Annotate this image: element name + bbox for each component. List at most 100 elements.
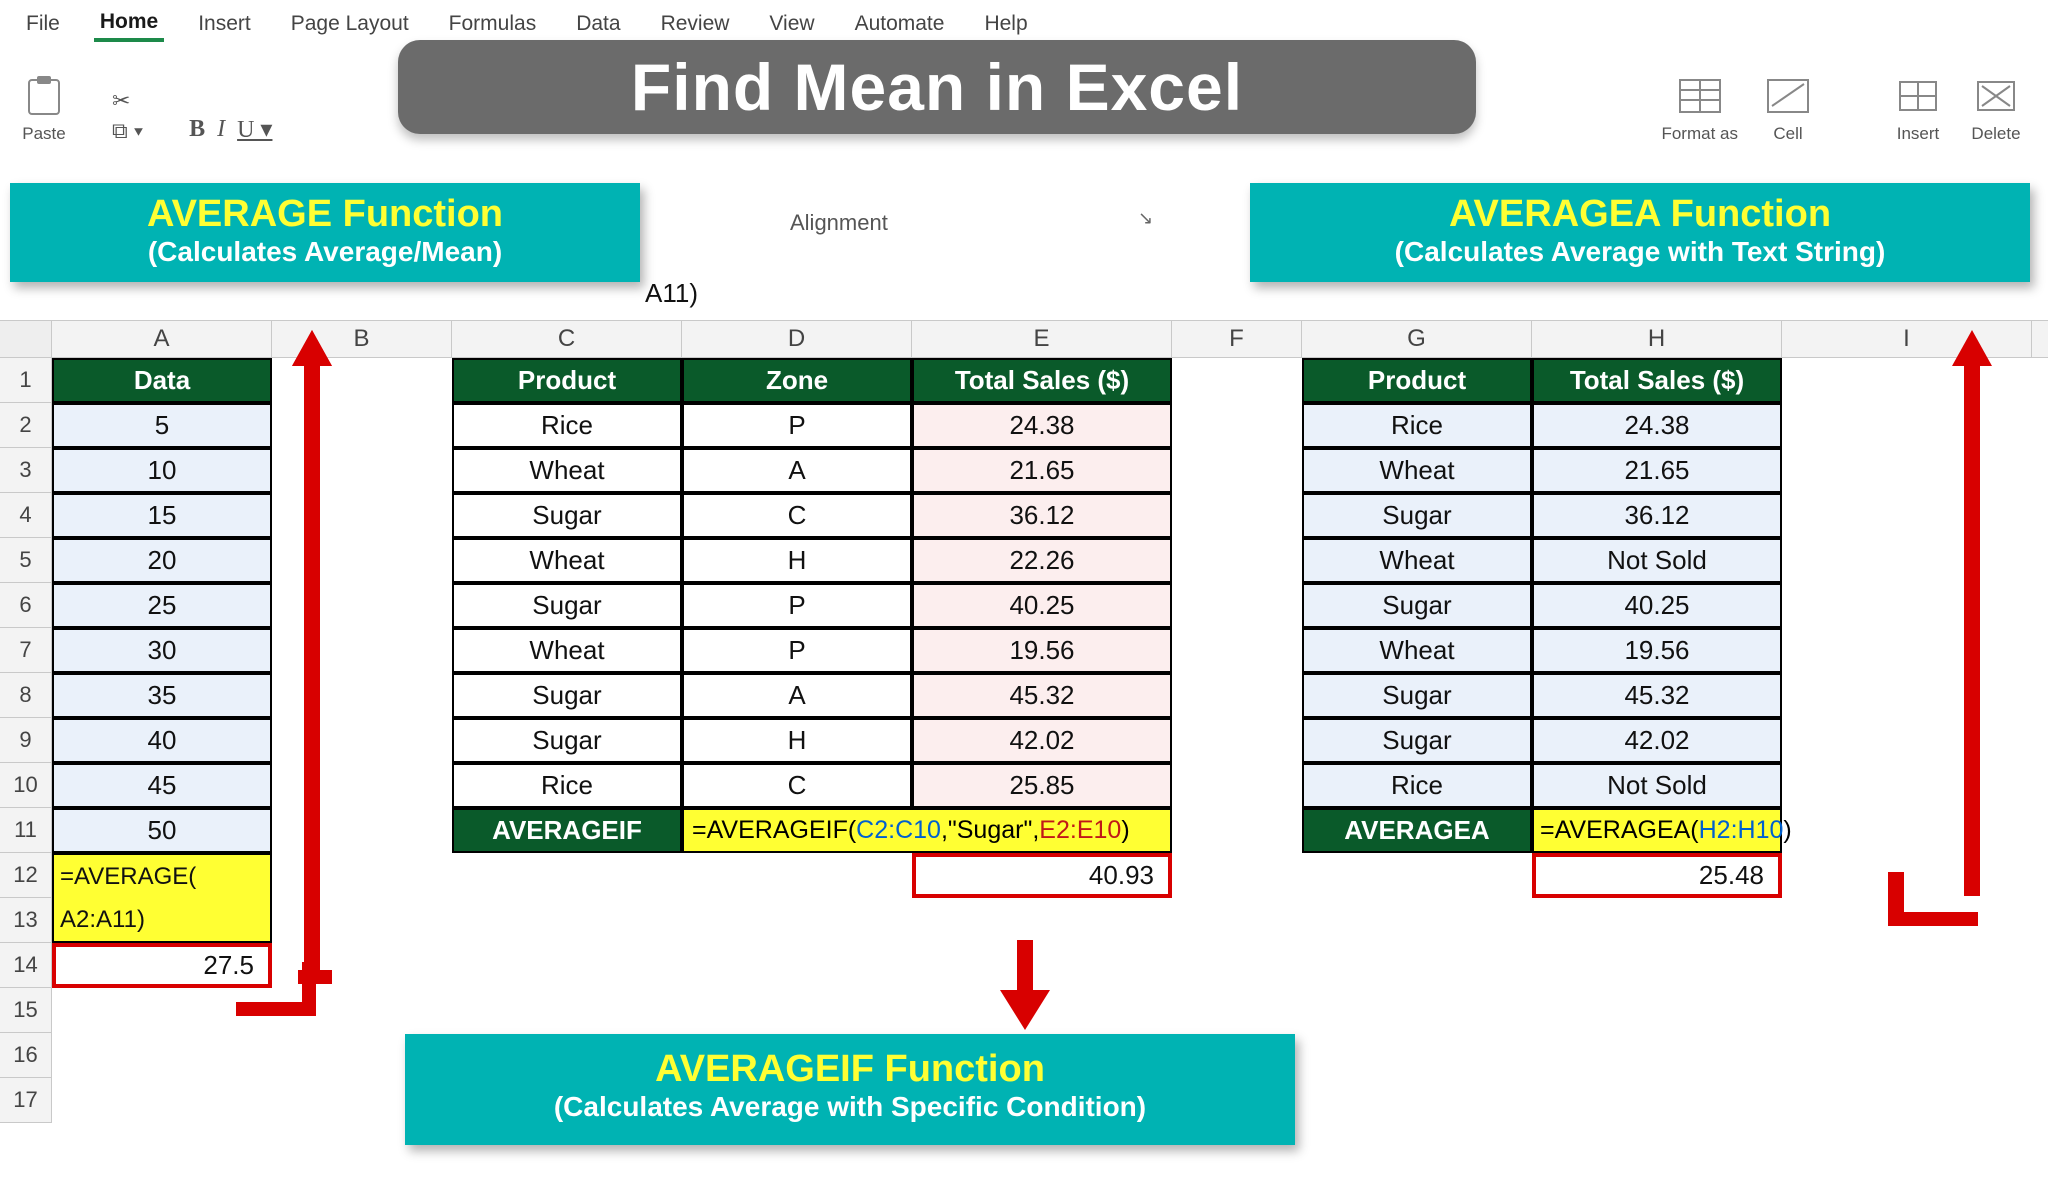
row-header-16[interactable]: 16	[0, 1033, 52, 1078]
delete-cells-block[interactable]: Delete	[1968, 68, 2024, 144]
table-cde-sales-2[interactable]: 24.38	[912, 403, 1172, 448]
table-a-value-6[interactable]: 25	[52, 583, 272, 628]
table-gh-product-3[interactable]: Wheat	[1302, 448, 1532, 493]
table-cde-zone-2[interactable]: P	[682, 403, 912, 448]
table-cde-product-8[interactable]: Sugar	[452, 673, 682, 718]
table-cde-product-6[interactable]: Sugar	[452, 583, 682, 628]
row-header-8[interactable]: 8	[0, 673, 52, 718]
col-header-d[interactable]: D	[682, 321, 912, 357]
table-cde-sales-7[interactable]: 19.56	[912, 628, 1172, 673]
table-a-header[interactable]: Data	[52, 358, 272, 403]
menu-review[interactable]: Review	[655, 8, 736, 40]
row-header-4[interactable]: 4	[0, 493, 52, 538]
table-gh-sales-2[interactable]: 24.38	[1532, 403, 1782, 448]
table-cde-zone-9[interactable]: H	[682, 718, 912, 763]
format-as-block[interactable]: Format as	[1661, 68, 1738, 144]
table-cde-zone-7[interactable]: P	[682, 628, 912, 673]
table-gh-sales-4[interactable]: 36.12	[1532, 493, 1782, 538]
paste-block[interactable]: Paste	[16, 68, 72, 144]
table-a-value-5[interactable]: 20	[52, 538, 272, 583]
table-cde-zone-8[interactable]: A	[682, 673, 912, 718]
col-header-g[interactable]: G	[1302, 321, 1532, 357]
table-gh-sales-7[interactable]: 19.56	[1532, 628, 1782, 673]
table-a-value-7[interactable]: 30	[52, 628, 272, 673]
average-formula-line1[interactable]: =AVERAGE(	[52, 853, 272, 898]
table-cde-header-product[interactable]: Product	[452, 358, 682, 403]
col-header-i[interactable]: I	[1782, 321, 2032, 357]
row-header-15[interactable]: 15	[0, 988, 52, 1033]
averagea-label[interactable]: AVERAGEA	[1302, 808, 1532, 853]
table-cde-zone-5[interactable]: H	[682, 538, 912, 583]
table-gh-product-8[interactable]: Sugar	[1302, 673, 1532, 718]
cut-icon[interactable]: ✂	[112, 88, 130, 114]
col-header-h[interactable]: H	[1532, 321, 1782, 357]
row-header-9[interactable]: 9	[0, 718, 52, 763]
table-gh-sales-10[interactable]: Not Sold	[1532, 763, 1782, 808]
table-gh-sales-8[interactable]: 45.32	[1532, 673, 1782, 718]
table-cde-sales-3[interactable]: 21.65	[912, 448, 1172, 493]
underline-button[interactable]: U ▾	[237, 115, 272, 144]
table-gh-sales-6[interactable]: 40.25	[1532, 583, 1782, 628]
table-gh-product-5[interactable]: Wheat	[1302, 538, 1532, 583]
table-cde-product-5[interactable]: Wheat	[452, 538, 682, 583]
row-header-11[interactable]: 11	[0, 808, 52, 853]
table-gh-header-sales[interactable]: Total Sales ($)	[1532, 358, 1782, 403]
table-gh-sales-3[interactable]: 21.65	[1532, 448, 1782, 493]
table-cde-product-7[interactable]: Wheat	[452, 628, 682, 673]
row-header-1[interactable]: 1	[0, 358, 52, 403]
row-header-3[interactable]: 3	[0, 448, 52, 493]
table-cde-product-3[interactable]: Wheat	[452, 448, 682, 493]
menu-automate[interactable]: Automate	[849, 8, 951, 40]
col-header-e[interactable]: E	[912, 321, 1172, 357]
table-gh-product-7[interactable]: Wheat	[1302, 628, 1532, 673]
table-cde-product-10[interactable]: Rice	[452, 763, 682, 808]
menu-help[interactable]: Help	[978, 8, 1033, 40]
averageif-formula[interactable]: =AVERAGEIF(C2:C10,"Sugar",E2:E10)	[682, 808, 1172, 853]
averagea-result[interactable]: 25.48	[1532, 853, 1782, 898]
row-header-12[interactable]: 12	[0, 853, 52, 898]
row-header-7[interactable]: 7	[0, 628, 52, 673]
table-gh-sales-9[interactable]: 42.02	[1532, 718, 1782, 763]
row-header-5[interactable]: 5	[0, 538, 52, 583]
table-cde-sales-6[interactable]: 40.25	[912, 583, 1172, 628]
table-cde-sales-5[interactable]: 22.26	[912, 538, 1172, 583]
averagea-formula[interactable]: =AVERAGEA(H2:H10)	[1532, 808, 1782, 853]
row-header-10[interactable]: 10	[0, 763, 52, 808]
table-cde-zone-6[interactable]: P	[682, 583, 912, 628]
row-header-2[interactable]: 2	[0, 403, 52, 448]
row-header-14[interactable]: 14	[0, 943, 52, 988]
italic-button[interactable]: I	[217, 116, 225, 143]
table-a-value-2[interactable]: 5	[52, 403, 272, 448]
table-a-value-10[interactable]: 45	[52, 763, 272, 808]
table-cde-sales-10[interactable]: 25.85	[912, 763, 1172, 808]
col-header-c[interactable]: C	[452, 321, 682, 357]
col-header-a[interactable]: A	[52, 321, 272, 357]
select-all-corner[interactable]	[0, 321, 52, 357]
copy-icon[interactable]: ⧉ ▾	[112, 118, 143, 144]
table-cde-product-2[interactable]: Rice	[452, 403, 682, 448]
row-header-17[interactable]: 17	[0, 1078, 52, 1123]
table-gh-sales-5[interactable]: Not Sold	[1532, 538, 1782, 583]
table-gh-header-product[interactable]: Product	[1302, 358, 1532, 403]
table-gh-product-4[interactable]: Sugar	[1302, 493, 1532, 538]
averageif-label[interactable]: AVERAGEIF	[452, 808, 682, 853]
alignment-dialog-launcher-icon[interactable]: ↘	[1138, 208, 1153, 229]
table-a-value-11[interactable]: 50	[52, 808, 272, 853]
table-a-value-3[interactable]: 10	[52, 448, 272, 493]
table-gh-product-10[interactable]: Rice	[1302, 763, 1532, 808]
table-cde-sales-8[interactable]: 45.32	[912, 673, 1172, 718]
averageif-result[interactable]: 40.93	[912, 853, 1172, 898]
row-header-13[interactable]: 13	[0, 898, 52, 943]
row-header-6[interactable]: 6	[0, 583, 52, 628]
table-cde-zone-10[interactable]: C	[682, 763, 912, 808]
table-gh-product-6[interactable]: Sugar	[1302, 583, 1532, 628]
table-a-value-4[interactable]: 15	[52, 493, 272, 538]
menu-file[interactable]: File	[20, 8, 66, 40]
menu-formulas[interactable]: Formulas	[443, 8, 543, 40]
cell-styles-block[interactable]: Cell	[1760, 68, 1816, 144]
bold-button[interactable]: B	[189, 116, 205, 143]
insert-cells-block[interactable]: Insert	[1890, 68, 1946, 144]
menu-data[interactable]: Data	[570, 8, 626, 40]
table-cde-header-sales[interactable]: Total Sales ($)	[912, 358, 1172, 403]
menu-page-layout[interactable]: Page Layout	[285, 8, 415, 40]
